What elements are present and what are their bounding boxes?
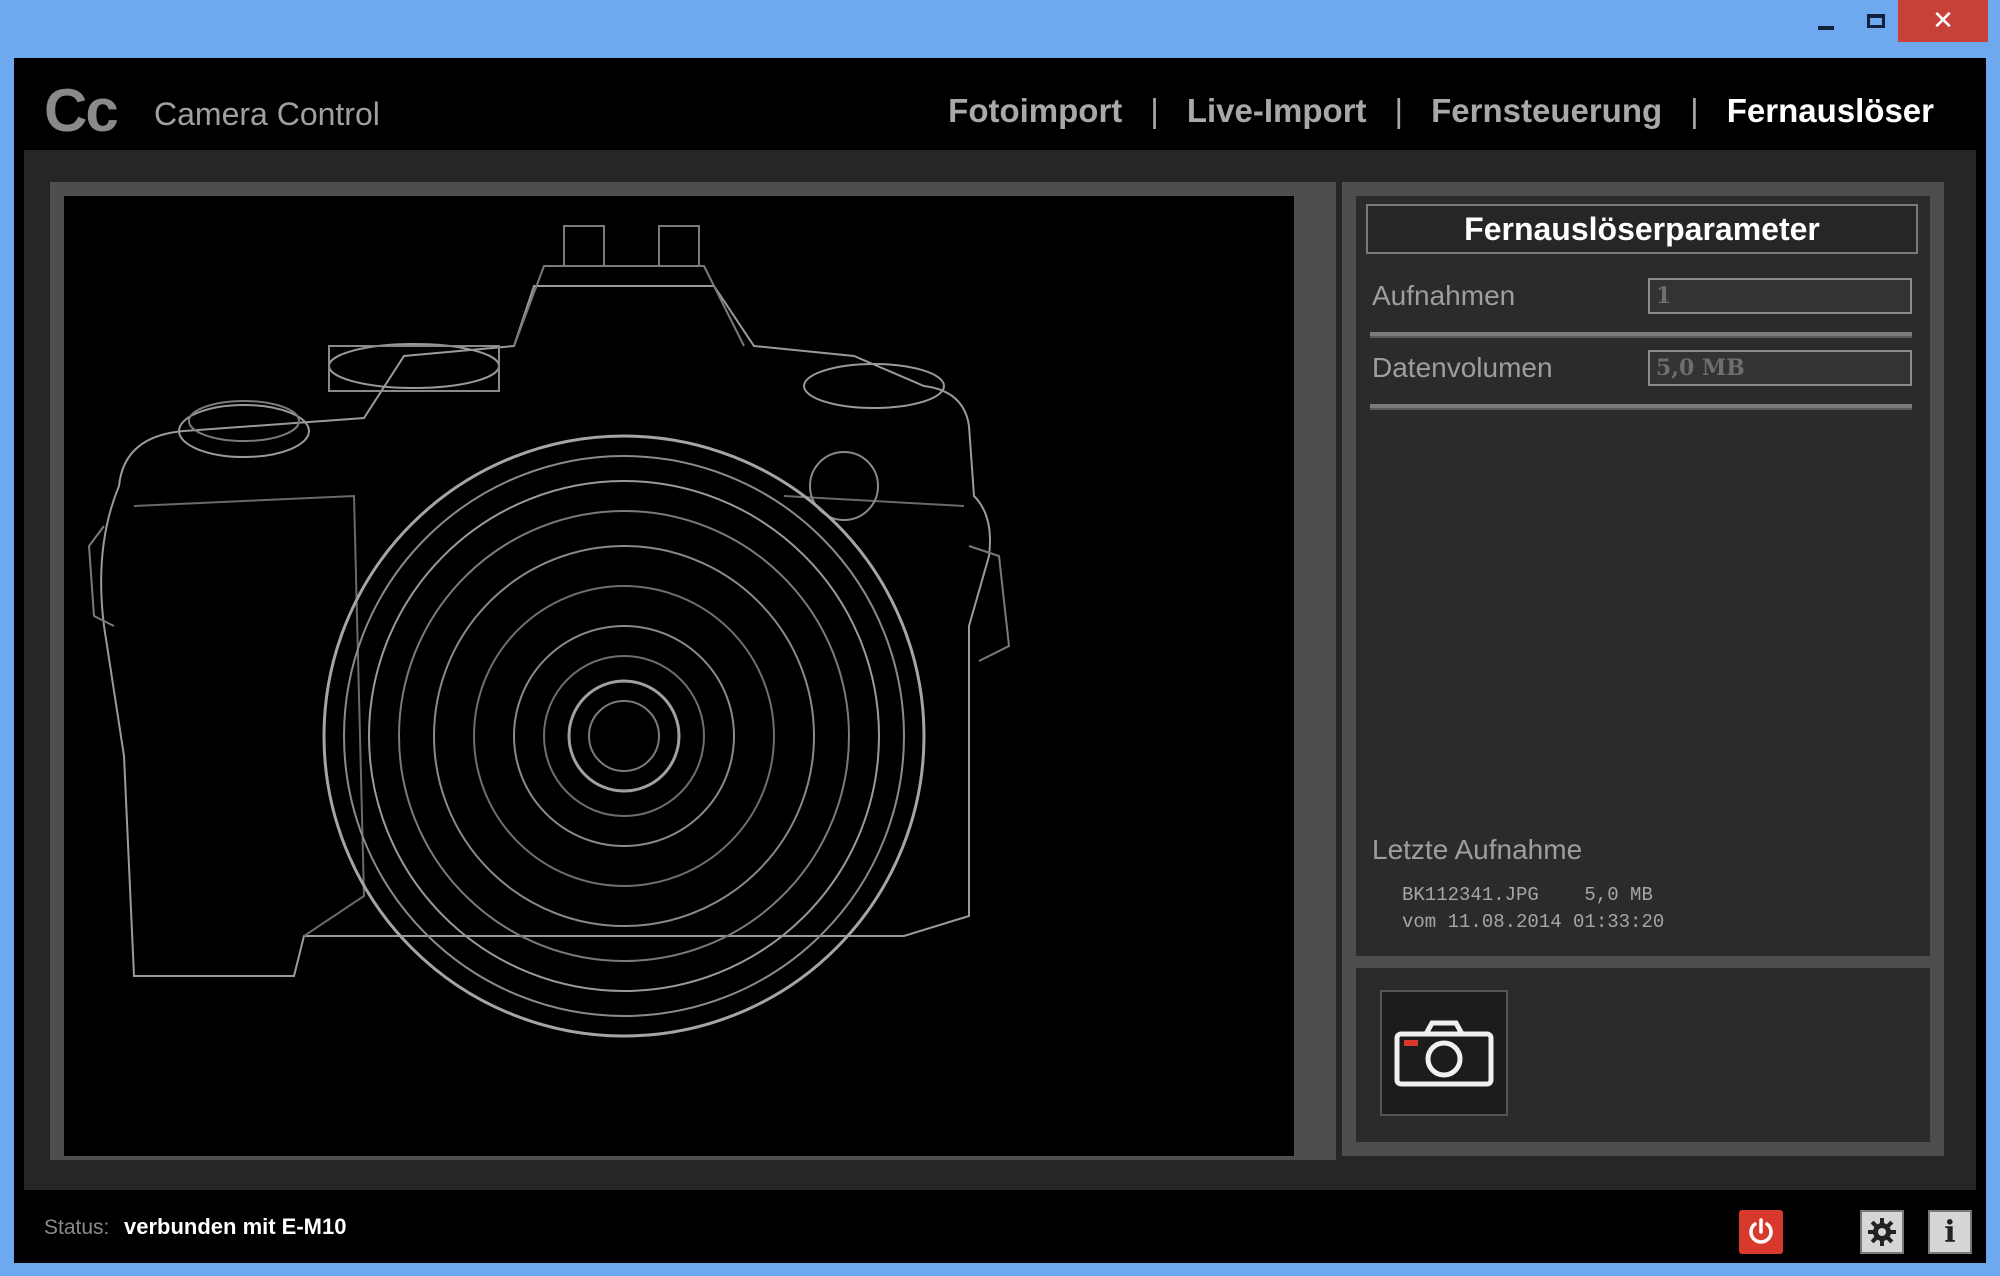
info-button[interactable]: i <box>1928 1210 1972 1254</box>
minimize-icon <box>1818 26 1834 30</box>
shutter-button[interactable] <box>1380 990 1508 1116</box>
maximize-icon <box>1867 14 1885 28</box>
camera-preview-image <box>87 225 1011 1038</box>
status-label: Status: <box>44 1216 110 1239</box>
close-icon: ✕ <box>1932 6 1954 36</box>
maximize-button[interactable] <box>1846 0 1906 42</box>
divider <box>1370 332 1912 338</box>
close-button[interactable]: ✕ <box>1898 0 1988 42</box>
camera-icon <box>1394 1020 1494 1087</box>
gear-icon <box>1868 1218 1896 1246</box>
tab-fotoimport[interactable]: Fotoimport <box>948 92 1122 130</box>
app-logo: Cc <box>44 77 119 144</box>
panel-title: Fernauslöserparameter <box>1366 204 1918 254</box>
window-titlebar: ✕ <box>0 0 2000 58</box>
last-capture-date: vom 11.08.2014 01:33:20 <box>1402 911 1665 933</box>
app-name: Camera Control <box>154 96 380 132</box>
status-bar: Status: verbunden mit E-M10 i <box>14 1198 1986 1263</box>
main-content: Fernauslöserparameter Aufnahmen 1 Datenv… <box>24 150 1976 1190</box>
camera-preview <box>64 196 1294 1156</box>
nav-separator: | <box>1690 92 1699 129</box>
last-capture-file: BK112341.JPG 5,0 MB <box>1402 884 1653 906</box>
shots-label: Aufnahmen <box>1372 280 1516 311</box>
divider <box>1370 404 1912 410</box>
remote-shutter-panel: Fernauslöserparameter Aufnahmen 1 Datenv… <box>1342 182 1944 1156</box>
nav-separator: | <box>1394 92 1404 129</box>
tab-fernausloeser[interactable]: Fernauslöser <box>1727 92 1934 130</box>
app-window: Cc Camera Control Fotoimport | Live-Impo… <box>14 58 1986 1263</box>
nav-separator: | <box>1150 92 1159 129</box>
data-volume-input[interactable]: 5,0 MB <box>1648 350 1912 386</box>
info-icon: i <box>1944 1214 1956 1250</box>
shots-input[interactable]: 1 <box>1648 278 1912 314</box>
power-button[interactable] <box>1739 1210 1783 1254</box>
tab-fernsteuerung[interactable]: Fernsteuerung <box>1431 92 1662 130</box>
tab-live-import[interactable]: Live-Import <box>1187 92 1367 130</box>
parameter-section: Fernauslöserparameter Aufnahmen 1 Datenv… <box>1356 196 1930 956</box>
data-volume-label: Datenvolumen <box>1372 352 1553 383</box>
last-capture-title: Letzte Aufnahme <box>1372 834 1583 865</box>
main-nav: Fotoimport | Live-Import | Fernsteuerung… <box>948 92 1934 130</box>
preview-frame <box>50 182 1336 1160</box>
status-value: verbunden mit E-M10 <box>124 1214 347 1239</box>
shutter-section <box>1356 968 1930 1142</box>
settings-button[interactable] <box>1860 1210 1904 1254</box>
power-icon <box>1749 1218 1773 1244</box>
